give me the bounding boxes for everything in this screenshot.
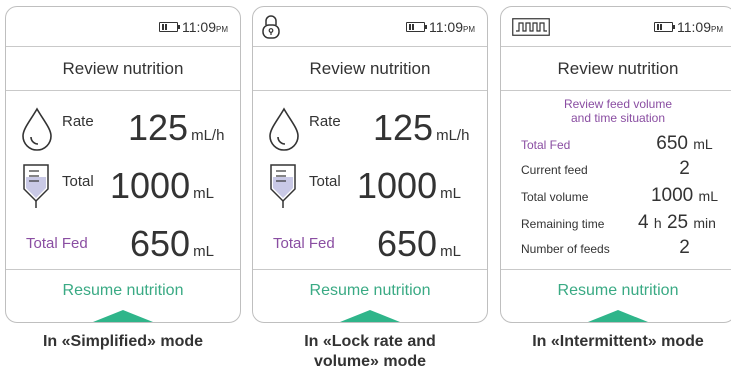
number-of-feeds-row: Number of feeds 2 xyxy=(521,237,723,259)
battery-icon xyxy=(406,22,427,32)
caption-lock: In «Lock rate and volume» mode xyxy=(304,333,436,370)
number-of-feeds-value: 2 xyxy=(679,237,690,258)
resume-indicator xyxy=(588,310,648,322)
resume-label: Resume nutrition xyxy=(309,282,431,299)
status-bar: 11:09PM xyxy=(253,7,487,47)
resume-label: Resume nutrition xyxy=(557,282,679,299)
rate-value: 125 mL/h xyxy=(373,107,470,148)
rate-row: Rate 125 mL/h xyxy=(6,99,240,155)
total-volume-label: Total volume xyxy=(521,190,589,204)
status-bar: 11:09PM xyxy=(501,7,731,47)
rate-row: Rate 125 mL/h xyxy=(253,99,487,155)
feed-bag-icon xyxy=(23,164,49,208)
screen-title: Review nutrition xyxy=(6,47,240,91)
drop-icon xyxy=(269,107,299,151)
current-feed-row: Current feed 2 xyxy=(521,158,723,180)
total-fed-row: Total Fed 650 mL xyxy=(253,217,487,267)
resume-nutrition-button[interactable]: Resume nutrition xyxy=(6,269,240,322)
clock: 11:09PM xyxy=(182,19,228,35)
clock: 11:09PM xyxy=(429,19,475,35)
total-row: Total 1000 mL xyxy=(253,157,487,213)
screen-title: Review nutrition xyxy=(501,47,731,91)
rate-value: 125 mL/h xyxy=(128,107,225,148)
total-value: 1000 mL xyxy=(357,165,461,206)
total-volume-row: Total volume 1000 mL xyxy=(521,185,723,207)
total-label: Total xyxy=(309,173,341,190)
battery-icon xyxy=(159,22,180,32)
total-fed-value: 650 mL xyxy=(377,223,461,264)
caption-simplified: In «Simplified» mode xyxy=(42,333,204,350)
total-value: 1000 mL xyxy=(110,165,214,206)
feed-bag-icon xyxy=(270,164,296,208)
rate-label: Rate xyxy=(62,113,94,130)
device-screen-lock: 11:09PM Review nutrition Rate 125 mL/h To… xyxy=(252,6,488,323)
device-screen-simplified: 11:09PM Review nutrition Rate 125 mL/h To… xyxy=(5,6,241,323)
total-fed-label: Total Fed xyxy=(521,138,571,152)
caption-intermittent: In «Intermittent» mode xyxy=(532,333,704,350)
total-label: Total xyxy=(62,173,94,190)
total-fed-label: Total Fed xyxy=(273,235,335,252)
remaining-time-value: 4 h 25 min xyxy=(638,212,716,233)
total-row: Total 1000 mL xyxy=(6,157,240,213)
remaining-time-label: Remaining time xyxy=(521,217,605,231)
resume-nutrition-button[interactable]: Resume nutrition xyxy=(501,269,731,322)
review-subheading: Review feed volume and time situation xyxy=(563,97,673,125)
battery-icon xyxy=(654,22,675,32)
status-bar: 11:09PM xyxy=(6,7,240,47)
resume-nutrition-button[interactable]: Resume nutrition xyxy=(253,269,487,322)
resume-label: Resume nutrition xyxy=(62,282,184,299)
device-screen-intermittent: 11:09PM Review nutrition Review feed vol… xyxy=(500,6,731,323)
current-feed-label: Current feed xyxy=(521,163,588,177)
lock-icon xyxy=(262,15,280,39)
total-fed-value: 650 mL xyxy=(656,133,713,154)
screen-title: Review nutrition xyxy=(253,47,487,91)
total-fed-label: Total Fed xyxy=(26,235,88,252)
total-fed-row: Total Fed 650 mL xyxy=(6,217,240,267)
drop-icon xyxy=(22,107,52,151)
rate-label: Rate xyxy=(309,113,341,130)
intermittent-pulse-icon xyxy=(512,18,550,36)
resume-indicator xyxy=(93,310,153,322)
number-of-feeds-label: Number of feeds xyxy=(521,242,610,256)
current-feed-value: 2 xyxy=(679,158,690,179)
clock: 11:09PM xyxy=(677,19,723,35)
resume-indicator xyxy=(340,310,400,322)
remaining-time-row: Remaining time 4 h 25 min xyxy=(521,212,723,234)
total-fed-row: Total Fed 650 mL xyxy=(521,133,723,155)
total-fed-value: 650 mL xyxy=(130,223,214,264)
total-volume-value: 1000 mL xyxy=(650,185,718,206)
